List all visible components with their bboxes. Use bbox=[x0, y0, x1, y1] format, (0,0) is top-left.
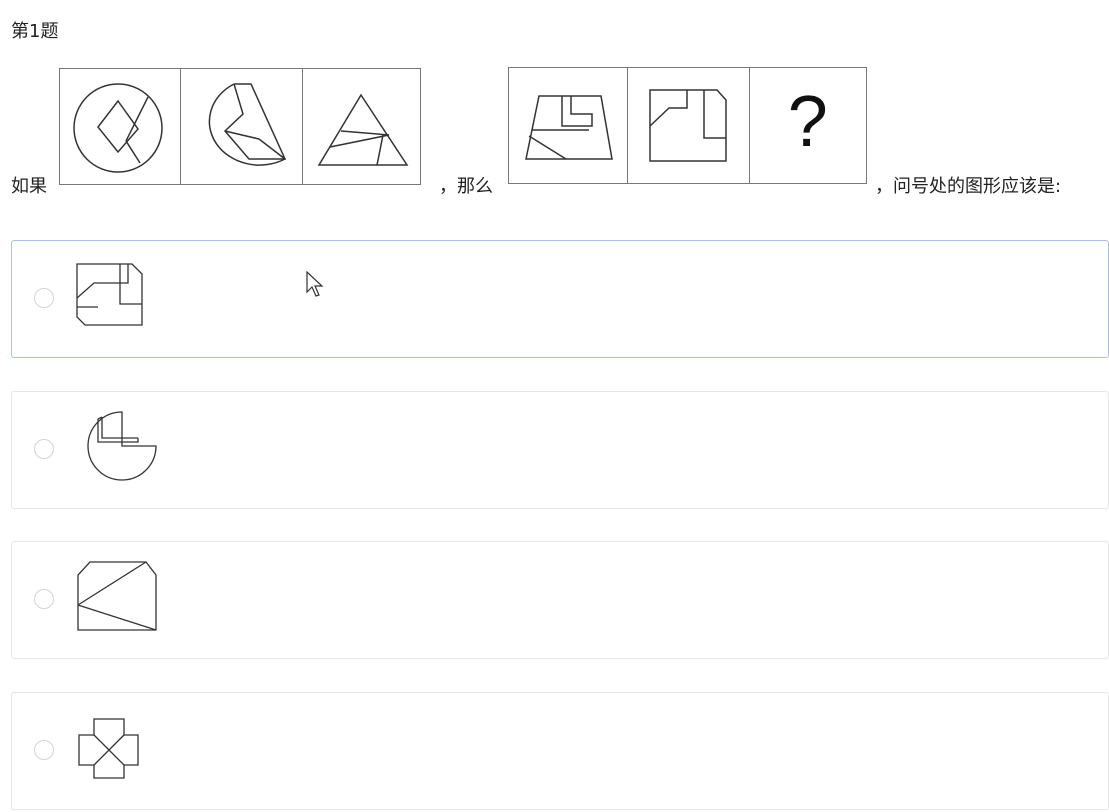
option-d[interactable] bbox=[11, 692, 1109, 810]
circle-with-l-option-icon bbox=[87, 411, 157, 481]
ask-text: ，问号处的图形应该是: bbox=[875, 176, 1062, 197]
question-number: 第1题 bbox=[11, 21, 59, 42]
option-d-radio[interactable] bbox=[34, 740, 54, 760]
option-a-radio[interactable] bbox=[34, 288, 54, 308]
mouse-pointer-icon bbox=[306, 271, 324, 297]
figure-pacman-zigzag-icon bbox=[181, 69, 304, 184]
question-stem: 如果 ，那么 ? ，问号处的图形应该是: bbox=[11, 60, 1109, 200]
figure-trapezoid-icon bbox=[509, 68, 629, 183]
cross-shape-option-icon bbox=[78, 718, 139, 779]
option-c-radio[interactable] bbox=[34, 589, 54, 609]
pentagon-with-triangle-option-icon bbox=[77, 561, 157, 631]
figure-group-target: ? bbox=[508, 67, 867, 184]
figure-notched-square-icon bbox=[628, 68, 750, 183]
option-b-radio[interactable] bbox=[34, 439, 54, 459]
figure-triangle-icon bbox=[303, 69, 420, 184]
option-c[interactable] bbox=[11, 541, 1109, 659]
if-text: 如果 bbox=[11, 176, 47, 197]
figure-group-given bbox=[59, 68, 421, 185]
figure-circle-diamond-icon bbox=[60, 69, 181, 184]
notched-square-option-icon bbox=[76, 263, 143, 326]
then-text: ，那么 bbox=[439, 176, 493, 197]
option-a[interactable] bbox=[11, 240, 1109, 358]
question-mark-cell: ? bbox=[750, 68, 866, 183]
question-mark: ? bbox=[787, 82, 828, 162]
option-b[interactable] bbox=[11, 391, 1109, 509]
